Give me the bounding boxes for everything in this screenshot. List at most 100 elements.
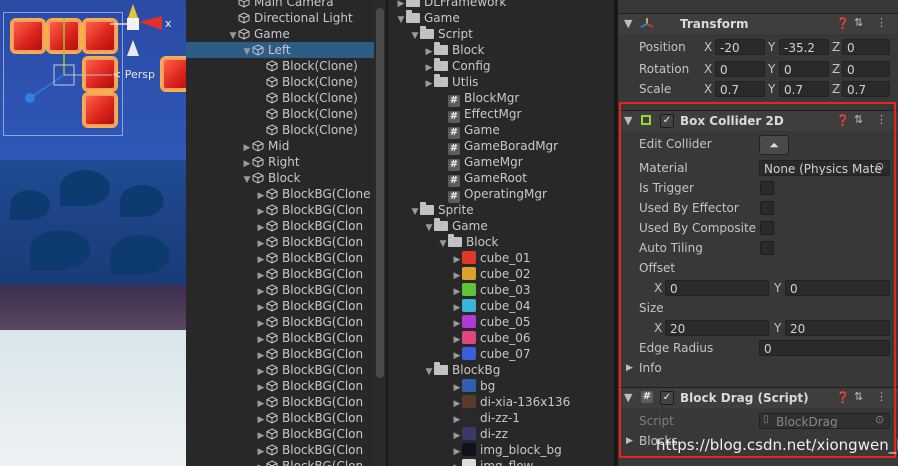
preset-icon[interactable]: ⇅ xyxy=(854,113,863,126)
hierarchy-item[interactable]: ▶BlockBG(Clon xyxy=(186,378,374,394)
project-item[interactable]: ▶ cube_03 xyxy=(388,282,614,298)
hierarchy-item[interactable]: ▶BlockBG(Clon xyxy=(186,234,374,250)
project-item[interactable]: ▶ cube_02 xyxy=(388,266,614,282)
foldout-arrow-icon[interactable]: ▼ xyxy=(624,17,632,30)
hierarchy-item[interactable]: ▶BlockBG(Clon xyxy=(186,202,374,218)
offset-y-field[interactable]: 0 xyxy=(785,280,890,296)
hierarchy-item[interactable]: ▶BlockBG(Clon xyxy=(186,394,374,410)
project-item[interactable]: ▶ cube_07 xyxy=(388,346,614,362)
object-picker-icon[interactable]: ⊙ xyxy=(875,160,884,173)
scale-y-field[interactable]: 0.7 xyxy=(779,81,829,97)
hierarchy-item[interactable]: Block(Clone) xyxy=(186,106,374,122)
project-item[interactable]: ▼ BlockBg xyxy=(388,362,614,378)
project-item[interactable]: ▼ Sprite xyxy=(388,202,614,218)
more-menu-icon[interactable]: ⋮ xyxy=(876,16,887,29)
axis-y-label[interactable]: Y xyxy=(768,62,775,76)
hierarchy-item[interactable]: ▼ Block xyxy=(186,170,374,186)
axis-y-label[interactable]: Y xyxy=(774,321,781,335)
hierarchy-item[interactable]: ▶BlockBG(Clon xyxy=(186,330,374,346)
project-item[interactable]: ▼ Block xyxy=(388,234,614,250)
axis-x-label[interactable]: X xyxy=(704,62,712,76)
axis-z-label[interactable]: Z xyxy=(832,62,840,76)
hierarchy-item[interactable]: ▶BlockBG(Clon xyxy=(186,426,374,442)
project-panel[interactable]: ▶ DLFramework ▼ Game ▼ Script ▶ Block ▶ Config ▶ Ut… xyxy=(388,0,614,466)
project-item[interactable]: # GameMgr xyxy=(388,154,614,171)
offset-x-field[interactable]: 0 xyxy=(665,280,769,296)
material-field[interactable]: None (Physics Mate xyxy=(759,160,890,176)
project-item[interactable]: # GameRoot xyxy=(388,170,614,187)
hierarchy-item[interactable]: ▶BlockBG(Clon xyxy=(186,362,374,378)
used-by-effector-checkbox[interactable] xyxy=(760,201,774,215)
axis-y-label[interactable]: Y xyxy=(768,82,775,96)
edit-collider-button[interactable]: ⏶ xyxy=(759,135,789,155)
project-item[interactable]: ▶ di-zz xyxy=(388,426,614,442)
hierarchy-item[interactable]: ▶ Mid xyxy=(186,138,374,154)
hierarchy-item[interactable]: ▼ Game xyxy=(186,26,374,42)
auto-tiling-checkbox[interactable] xyxy=(760,241,774,255)
rotation-x-field[interactable]: 0 xyxy=(715,61,765,77)
size-y-field[interactable]: 20 xyxy=(785,320,890,336)
hierarchy-item[interactable]: ▶BlockBG(Clon xyxy=(186,442,374,458)
preset-icon[interactable]: ⇅ xyxy=(854,16,863,29)
hierarchy-item[interactable]: ▶BlockBG(Clon xyxy=(186,298,374,314)
project-item[interactable]: ▼ Game xyxy=(388,10,614,26)
transform-header[interactable]: ▼ Transform ❓ ⇅ ⋮ xyxy=(618,13,898,34)
axis-x-label[interactable]: X xyxy=(654,281,662,295)
hierarchy-item[interactable]: Directional Light xyxy=(186,10,374,26)
hierarchy-item[interactable]: ▶ Right xyxy=(186,154,374,170)
project-item[interactable]: ▼ Script xyxy=(388,26,614,42)
hierarchy-item[interactable]: ▶BlockBG(Clon xyxy=(186,266,374,282)
more-menu-icon[interactable]: ⋮ xyxy=(876,113,887,126)
project-item[interactable]: ▶ cube_06 xyxy=(388,330,614,346)
inspector-panel[interactable]: ▼ Transform ❓ ⇅ ⋮ Position X -20 Y -35.2… xyxy=(618,0,898,466)
position-z-field[interactable]: 0 xyxy=(842,39,890,55)
foldout-arrow-icon[interactable]: ▼ xyxy=(624,114,632,127)
box-collider-header[interactable]: ▼ ✓ Box Collider 2D ❓ ⇅ ⋮ xyxy=(618,110,898,131)
axis-x-label[interactable]: X xyxy=(704,82,712,96)
project-item[interactable]: # Game xyxy=(388,122,614,139)
help-icon[interactable]: ❓ xyxy=(836,17,850,30)
hierarchy-item[interactable]: ▶BlockBG(Clon xyxy=(186,410,374,426)
hierarchy-item[interactable]: Block(Clone) xyxy=(186,90,374,106)
hierarchy-item[interactable]: Block(Clone) xyxy=(186,122,374,138)
project-item[interactable]: # OperatingMgr xyxy=(388,186,614,203)
hierarchy-item[interactable]: ▼ Left xyxy=(186,42,374,58)
hierarchy-item[interactable]: ▶BlockBG(Clon xyxy=(186,218,374,234)
hierarchy-item[interactable]: ▶ BlockBG(Clone xyxy=(186,186,374,202)
enable-checkbox[interactable]: ✓ xyxy=(660,391,674,405)
project-item[interactable]: ▶ img_flow xyxy=(388,458,614,466)
project-item[interactable]: ▶ cube_01 xyxy=(388,250,614,266)
help-icon[interactable]: ❓ xyxy=(836,391,850,404)
hierarchy-item[interactable]: Block(Clone) xyxy=(186,58,374,74)
scale-x-field[interactable]: 0.7 xyxy=(715,81,765,97)
hierarchy-item[interactable]: Main Camera xyxy=(186,0,374,10)
hierarchy-item[interactable]: ▶BlockBG(Clon xyxy=(186,314,374,330)
hierarchy-item[interactable]: ▶BlockBG(Clon xyxy=(186,458,374,466)
transform-gizmo[interactable] xyxy=(0,0,186,140)
hierarchy-scrollbar-thumb[interactable] xyxy=(376,8,384,378)
project-item[interactable]: ▶ Utlis xyxy=(388,74,614,90)
project-item[interactable]: ▶ Block xyxy=(388,42,614,58)
info-foldout-icon[interactable]: ▶ xyxy=(626,363,633,373)
help-icon[interactable]: ❓ xyxy=(836,114,850,127)
rotation-z-field[interactable]: 0 xyxy=(842,61,890,77)
position-y-field[interactable]: -35.2 xyxy=(779,39,829,55)
blocks-foldout-icon[interactable]: ▶ xyxy=(626,436,633,446)
is-trigger-checkbox[interactable] xyxy=(760,181,774,195)
hierarchy-panel[interactable]: Main Camera Directional Light ▼ Game ▼ Left Bl… xyxy=(186,0,374,466)
axis-y-label[interactable]: Y xyxy=(768,40,775,54)
axis-y-label[interactable]: Y xyxy=(774,281,781,295)
rotation-y-field[interactable]: 0 xyxy=(779,61,829,77)
project-item[interactable]: ▶ bg xyxy=(388,378,614,394)
hierarchy-item[interactable]: ▶BlockBG(Clon xyxy=(186,282,374,298)
enable-checkbox[interactable]: ✓ xyxy=(660,114,674,128)
used-by-composite-checkbox[interactable] xyxy=(760,221,774,235)
project-item[interactable]: # EffectMgr xyxy=(388,106,614,123)
scale-z-field[interactable]: 0.7 xyxy=(842,81,890,97)
project-item[interactable]: ▶ img_block_bg xyxy=(388,442,614,458)
hierarchy-item[interactable]: Block(Clone) xyxy=(186,74,374,90)
persp-label[interactable]: < Persp xyxy=(112,68,155,81)
block-drag-header[interactable]: ▼ # ✓ Block Drag (Script) ❓ ⇅ ⋮ xyxy=(618,387,898,408)
foldout-arrow-icon[interactable]: ▼ xyxy=(624,391,632,404)
preset-icon[interactable]: ⇅ xyxy=(854,390,863,403)
